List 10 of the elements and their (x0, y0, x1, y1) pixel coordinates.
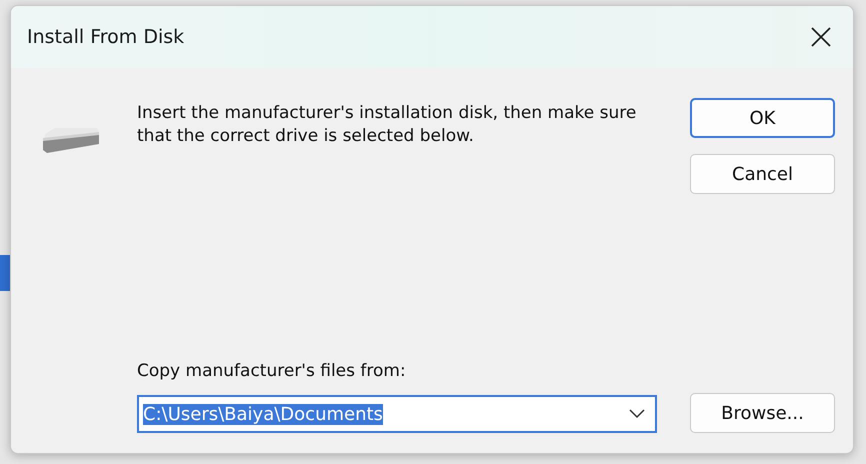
path-combo-box[interactable]: C:\Users\Baiya\Documents (137, 395, 657, 433)
disk-drive-icon (41, 126, 101, 156)
instruction-text: Insert the manufacturer's installation disk, then make sure that the correct drive is selected below. (137, 102, 637, 148)
ok-button[interactable]: OK (690, 98, 835, 138)
browse-button[interactable]: Browse... (690, 393, 835, 433)
close-icon (810, 26, 832, 48)
window-title: Install From Disk (27, 26, 184, 48)
dropdown-chevron-icon (629, 409, 645, 419)
copy-from-label: Copy manufacturer's files from: (137, 361, 407, 381)
cancel-button[interactable]: Cancel (690, 154, 835, 194)
